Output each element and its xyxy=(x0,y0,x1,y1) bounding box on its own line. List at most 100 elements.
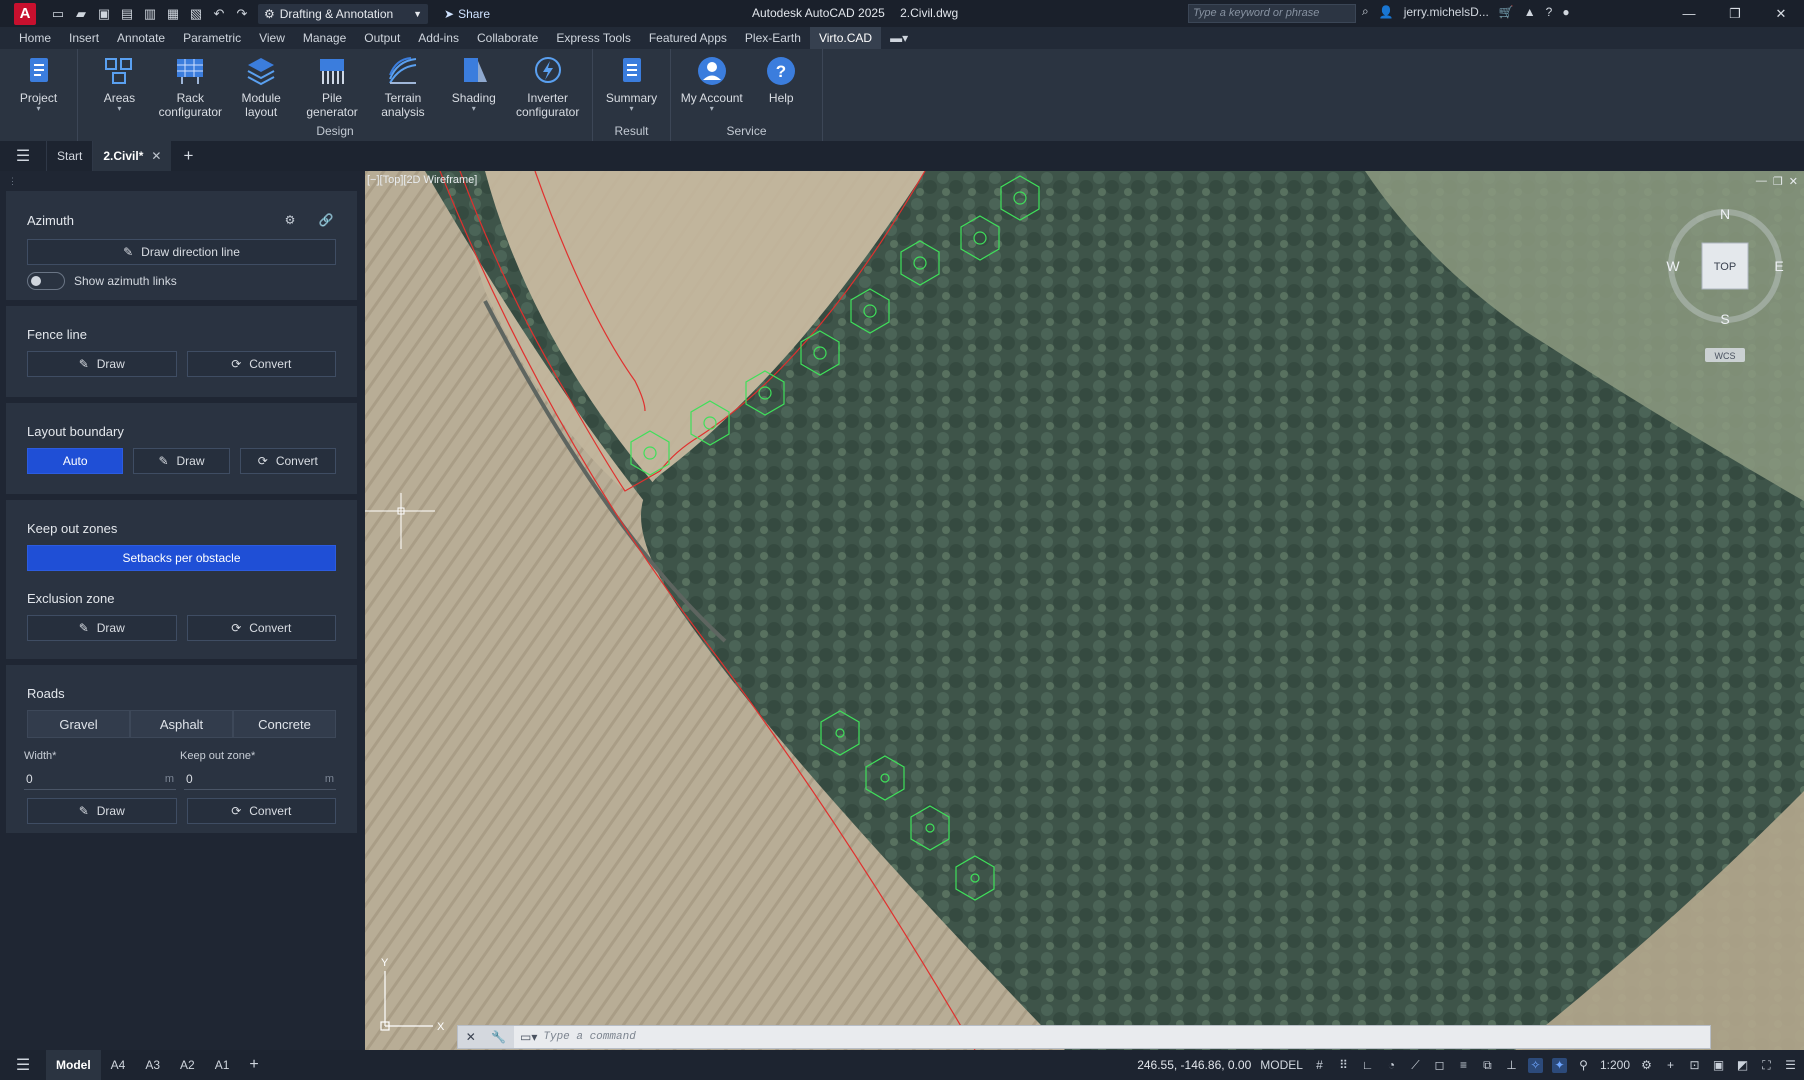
annotation-visibility-icon[interactable]: ✧ xyxy=(1527,1057,1543,1073)
plus-icon[interactable]: + xyxy=(1663,1058,1678,1073)
cloud-save-icon[interactable]: ▥ xyxy=(142,6,158,22)
model-space-toggle[interactable]: MODEL xyxy=(1260,1058,1303,1072)
share-button[interactable]: ➤ Share xyxy=(444,7,490,21)
road-keep-out-input[interactable]: 0m xyxy=(184,768,336,790)
road-width-input[interactable]: 0m xyxy=(24,768,176,790)
minimize-icon[interactable]: — xyxy=(1666,0,1712,27)
compass-west[interactable]: W xyxy=(1666,258,1680,274)
hardware-acceleration-icon[interactable]: ▣ xyxy=(1711,1058,1726,1073)
layout-tab-model[interactable]: Model xyxy=(46,1050,101,1080)
exclusion-convert-button[interactable]: ⟳ Convert xyxy=(186,615,336,641)
polar-icon[interactable]: ◔ xyxy=(1384,1058,1399,1073)
boundary-convert-button[interactable]: ⟳ Convert xyxy=(239,448,336,474)
project-button[interactable]: Project ▾ xyxy=(6,49,71,141)
roads-convert-button[interactable]: ⟳ Convert xyxy=(186,798,336,824)
user-icon[interactable]: 👤 xyxy=(1379,5,1394,19)
road-type-concrete[interactable]: Concrete xyxy=(233,710,336,738)
link-icon[interactable]: 🔗 xyxy=(313,207,339,233)
fence-draw-button[interactable]: ✎ Draw xyxy=(27,351,177,377)
units-icon[interactable]: ⊡ xyxy=(1687,1058,1702,1073)
drawing-viewport[interactable]: Y X TOP N S W E WCS [−][Top][2D Wirefram… xyxy=(365,171,1804,1050)
tab-collaborate[interactable]: Collaborate xyxy=(468,27,547,49)
tab-virto-cad[interactable]: Virto.CAD xyxy=(809,27,882,49)
search-icon[interactable]: ⌕ xyxy=(1362,4,1369,19)
layout-tab-a1[interactable]: A1 xyxy=(205,1050,240,1080)
add-layout-icon[interactable]: + xyxy=(239,1050,268,1080)
workspace-selector[interactable]: ⚙ Drafting & Annotation ▼ xyxy=(258,3,428,24)
isolate-objects-icon[interactable]: ◩ xyxy=(1735,1058,1750,1073)
minimize-icon[interactable]: — xyxy=(1756,175,1767,188)
compass-south[interactable]: S xyxy=(1720,311,1729,327)
draw-direction-line-button[interactable]: ✎ Draw direction line xyxy=(27,239,336,265)
viewport-controls-label[interactable]: [−][Top][2D Wireframe] xyxy=(367,174,477,186)
road-type-gravel[interactable]: Gravel xyxy=(27,710,130,738)
compass-east[interactable]: E xyxy=(1774,258,1783,274)
command-input[interactable]: Type a command xyxy=(537,1031,635,1043)
aerial-map-canvas[interactable]: Y X TOP N S W E WCS xyxy=(365,171,1804,1050)
tab-express-tools[interactable]: Express Tools xyxy=(547,27,639,49)
restore-icon[interactable]: ❐ xyxy=(1773,175,1783,188)
open-folder-icon[interactable]: ▰ xyxy=(73,6,89,22)
tab-parametric[interactable]: Parametric xyxy=(174,27,250,49)
annotation-scale-icon[interactable]: ⚲ xyxy=(1576,1058,1591,1073)
clean-screen-icon[interactable]: ⛶ xyxy=(1759,1058,1774,1073)
cart-icon[interactable]: 🛒 xyxy=(1499,5,1514,19)
tab-start[interactable]: Start xyxy=(46,141,92,171)
tab-annotate[interactable]: Annotate xyxy=(108,27,174,49)
roads-draw-button[interactable]: ✎ Draw xyxy=(27,798,177,824)
wrench-icon[interactable]: 🔧 xyxy=(491,1030,506,1044)
autodesk-app-icon[interactable]: ▲ xyxy=(1524,5,1536,19)
show-azimuth-links-toggle[interactable] xyxy=(27,272,65,290)
tab-plex-earth[interactable]: Plex-Earth xyxy=(736,27,810,49)
redo-icon[interactable]: ↷ xyxy=(234,6,250,22)
panel-grip-icon[interactable]: ⋮ xyxy=(2,171,361,191)
layout-tab-a4[interactable]: A4 xyxy=(101,1050,136,1080)
command-prompt-icon[interactable]: ▭▾ xyxy=(514,1030,537,1044)
wcs-menu[interactable]: WCS xyxy=(1715,351,1736,361)
grid-icon[interactable]: # xyxy=(1312,1058,1327,1073)
assistant-icon[interactable]: ● xyxy=(1562,5,1569,19)
plot-icon[interactable]: ▦ xyxy=(165,6,181,22)
tab-output[interactable]: Output xyxy=(355,27,409,49)
add-tab-icon[interactable]: + xyxy=(171,146,205,166)
cursor-coordinates[interactable]: 246.55, -146.86, 0.00 xyxy=(1137,1058,1251,1072)
tab-home[interactable]: Home xyxy=(10,27,60,49)
settings-gear-icon[interactable]: ⚙ xyxy=(1639,1058,1654,1073)
viewcube-top[interactable]: TOP xyxy=(1714,261,1736,273)
close-icon[interactable]: ✕ xyxy=(151,149,161,163)
tab-view[interactable]: View xyxy=(250,27,294,49)
help-icon[interactable]: ? xyxy=(1546,5,1553,19)
tab-featured-apps[interactable]: Featured Apps xyxy=(640,27,736,49)
close-icon[interactable]: ✕ xyxy=(466,1030,476,1044)
ortho-icon[interactable]: ∟ xyxy=(1360,1058,1375,1073)
restore-icon[interactable]: ❐ xyxy=(1712,0,1758,27)
tab-add-ins[interactable]: Add-ins xyxy=(409,27,468,49)
layout-tab-a2[interactable]: A2 xyxy=(170,1050,205,1080)
isodraft-icon[interactable]: ⟋ xyxy=(1408,1058,1423,1073)
road-type-asphalt[interactable]: Asphalt xyxy=(130,710,233,738)
selection-cycling-icon[interactable]: ⧉ xyxy=(1480,1058,1495,1073)
boundary-auto-button[interactable]: Auto xyxy=(27,448,124,474)
undo-icon[interactable]: ↶ xyxy=(211,6,227,22)
lineweight-icon[interactable]: ≡ xyxy=(1456,1058,1471,1073)
tab-more-icon[interactable]: ▬▾ xyxy=(881,27,917,49)
new-file-icon[interactable]: ▭ xyxy=(50,6,66,22)
boundary-draw-button[interactable]: ✎ Draw xyxy=(133,448,230,474)
menu-icon[interactable]: ☰ xyxy=(0,1055,46,1075)
user-name[interactable]: jerry.michelsD... xyxy=(1404,5,1489,19)
tab-insert[interactable]: Insert xyxy=(60,27,108,49)
settings-gear-icon[interactable]: ⚙ xyxy=(277,207,303,233)
close-icon[interactable]: ✕ xyxy=(1789,175,1798,188)
annotation-scale[interactable]: 1:200 xyxy=(1600,1058,1630,1072)
print-icon[interactable]: ▧ xyxy=(188,6,204,22)
autocad-logo-icon[interactable]: A xyxy=(14,2,36,25)
layout-tab-a3[interactable]: A3 xyxy=(135,1050,170,1080)
ucs-toggle-icon[interactable]: ⊥ xyxy=(1504,1058,1519,1073)
compass-north[interactable]: N xyxy=(1720,206,1730,222)
save-icon[interactable]: ▣ xyxy=(96,6,112,22)
save-as-icon[interactable]: ▤ xyxy=(119,6,135,22)
tab-manage[interactable]: Manage xyxy=(294,27,355,49)
exclusion-draw-button[interactable]: ✎ Draw xyxy=(27,615,177,641)
close-icon[interactable]: ✕ xyxy=(1758,0,1804,27)
auto-scale-icon[interactable]: ✦ xyxy=(1551,1057,1567,1073)
